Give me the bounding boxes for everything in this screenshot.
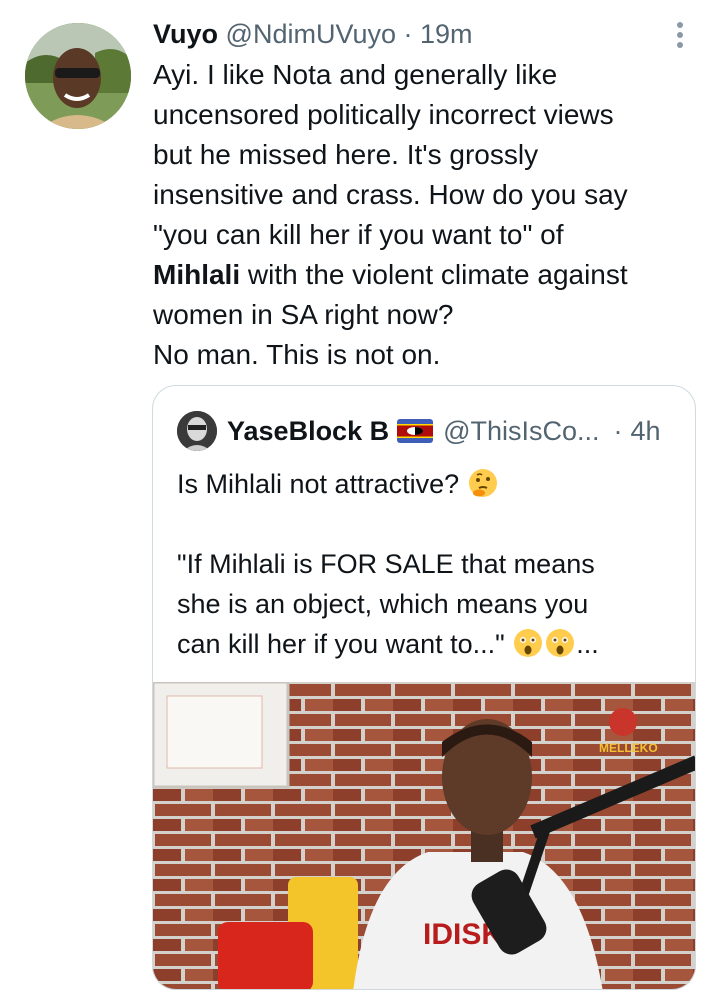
video-still: IDISK MELLEKO bbox=[153, 682, 695, 989]
quoted-tweet[interactable]: YaseBlock B @ThisIsCo... · 4h Is Mihlali… bbox=[152, 385, 696, 990]
quoted-line: can kill her if you want to..." ... bbox=[177, 624, 677, 664]
author-avatar[interactable] bbox=[25, 23, 131, 129]
astonished-face-emoji bbox=[546, 629, 575, 657]
quoted-line-text: can kill her if you want to..." bbox=[177, 629, 505, 659]
bold-name: Mihlali bbox=[153, 259, 241, 290]
tweet-line-rest: with the violent climate against bbox=[240, 259, 628, 290]
quoted-time[interactable]: 4h bbox=[631, 416, 661, 447]
quoted-ellipsis: ... bbox=[576, 629, 599, 659]
eswatini-flag-icon bbox=[397, 419, 434, 443]
more-vertical-icon bbox=[670, 22, 690, 48]
tweet-line: insensitive and crass. How do you say bbox=[153, 179, 628, 210]
video-watermark: MELLEKO bbox=[599, 741, 658, 755]
quoted-media-image[interactable]: IDISK MELLEKO bbox=[153, 682, 695, 989]
quoted-author-handle[interactable]: @ThisIsCo... bbox=[443, 416, 599, 447]
quoted-line: Is Mihlali not attractive? bbox=[177, 464, 677, 504]
author-name[interactable]: Vuyo bbox=[153, 19, 218, 49]
quoted-separator: · bbox=[613, 415, 623, 446]
tweet-header: Vuyo @NdimUVuyo · 19m bbox=[153, 16, 473, 52]
tweet-time[interactable]: 19m bbox=[420, 19, 473, 49]
more-options-button[interactable] bbox=[670, 22, 690, 52]
quoted-line: "If Mihlali is FOR SALE that means bbox=[177, 549, 595, 579]
tweet-line: Mihlali with the violent climate against bbox=[153, 255, 698, 295]
tweet-line: uncensored politically incorrect views bbox=[153, 99, 614, 130]
tweet-line: women in SA right now? bbox=[153, 299, 454, 330]
quoted-avatar-image bbox=[177, 411, 217, 451]
quoted-author-name[interactable]: YaseBlock B bbox=[227, 416, 389, 447]
tweet-line: "you can kill her if you want to" of bbox=[153, 219, 564, 250]
quoted-author-avatar[interactable] bbox=[177, 411, 217, 451]
tweet-text: Ayi. I like Nota and generally like unce… bbox=[153, 55, 698, 375]
quoted-text: Is Mihlali not attractive? "If Mihlali i… bbox=[177, 464, 677, 664]
header-separator: · bbox=[403, 19, 413, 49]
tweet-line: No man. This is not on. bbox=[153, 339, 441, 370]
tweet-line: but he missed here. It's grossly bbox=[153, 139, 539, 170]
author-avatar-image bbox=[25, 23, 131, 129]
author-handle[interactable]: @NdimUVuyo bbox=[226, 19, 396, 49]
quoted-line-text: Is Mihlali not attractive? bbox=[177, 469, 460, 499]
quoted-line: she is an object, which means you bbox=[177, 589, 589, 619]
tweet-line: Ayi. I like Nota and generally like bbox=[153, 59, 558, 90]
quoted-header: YaseBlock B @ThisIsCo... · 4h bbox=[177, 410, 661, 452]
quoted-spacer bbox=[177, 504, 677, 544]
astonished-face-emoji bbox=[514, 629, 543, 657]
thinking-face-emoji bbox=[468, 469, 497, 497]
